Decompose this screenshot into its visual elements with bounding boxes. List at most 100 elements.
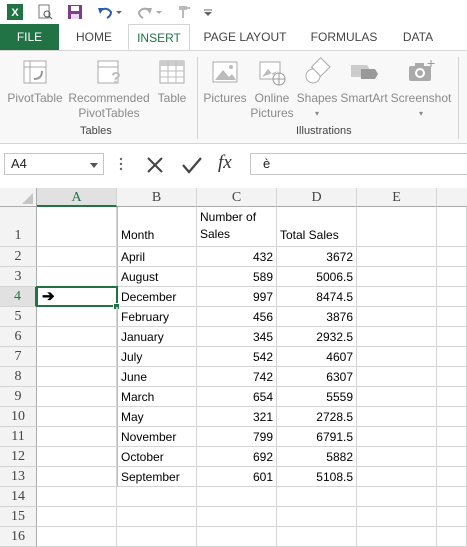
- column-header-f[interactable]: [437, 188, 467, 207]
- row-header[interactable]: 14: [0, 487, 37, 507]
- cell[interactable]: [117, 487, 197, 507]
- cell[interactable]: [437, 387, 467, 407]
- row-header[interactable]: 5: [0, 307, 37, 327]
- insert-function-button[interactable]: fx: [218, 152, 232, 174]
- total-sales-cell[interactable]: 4607: [277, 347, 357, 367]
- month-cell[interactable]: June: [117, 367, 197, 387]
- save-icon[interactable]: [66, 3, 84, 21]
- cell[interactable]: [357, 327, 437, 347]
- cell[interactable]: [37, 487, 117, 507]
- cell[interactable]: [357, 287, 437, 307]
- online-pictures-button[interactable]: Online Pictures: [250, 57, 294, 121]
- cell[interactable]: [437, 207, 467, 247]
- cell[interactable]: [437, 467, 467, 487]
- units-cell[interactable]: 654: [197, 387, 277, 407]
- units-cell[interactable]: 321: [197, 407, 277, 427]
- row-header[interactable]: 2: [0, 247, 37, 267]
- redo-icon[interactable]: [136, 3, 154, 21]
- units-cell[interactable]: 456: [197, 307, 277, 327]
- row-header[interactable]: 1: [0, 207, 37, 247]
- cell[interactable]: [437, 287, 467, 307]
- cell[interactable]: [357, 487, 437, 507]
- cancel-icon[interactable]: [145, 155, 165, 178]
- cell[interactable]: [37, 347, 117, 367]
- cell[interactable]: [117, 507, 197, 527]
- cell[interactable]: [357, 347, 437, 367]
- tab-page-layout[interactable]: PAGE LAYOUT: [194, 24, 296, 50]
- cell[interactable]: [357, 307, 437, 327]
- cell[interactable]: [357, 387, 437, 407]
- cell[interactable]: [37, 527, 117, 547]
- cell[interactable]: [357, 427, 437, 447]
- cell[interactable]: [437, 507, 467, 527]
- units-cell[interactable]: 692: [197, 447, 277, 467]
- row-header[interactable]: 10: [0, 407, 37, 427]
- cell[interactable]: [357, 267, 437, 287]
- table-button[interactable]: Table: [152, 57, 192, 106]
- month-cell[interactable]: May: [117, 407, 197, 427]
- cell[interactable]: [437, 247, 467, 267]
- name-box-dropdown-icon[interactable]: [90, 159, 99, 173]
- screenshot-button[interactable]: Screenshot ▾: [390, 57, 452, 121]
- cell[interactable]: [277, 487, 357, 507]
- total-sales-cell[interactable]: 2932.5: [277, 327, 357, 347]
- smartart-button[interactable]: SmartArt: [338, 57, 390, 106]
- select-all-corner[interactable]: [0, 188, 37, 207]
- cell[interactable]: [357, 247, 437, 267]
- units-cell[interactable]: 432: [197, 247, 277, 267]
- cell[interactable]: [437, 327, 467, 347]
- tab-home[interactable]: HOME: [63, 24, 125, 50]
- excel-logo-icon[interactable]: X: [6, 3, 24, 21]
- row-header[interactable]: 9: [0, 387, 37, 407]
- total-sales-cell[interactable]: 6307: [277, 367, 357, 387]
- month-cell[interactable]: November: [117, 427, 197, 447]
- total-sales-cell[interactable]: 5108.5: [277, 467, 357, 487]
- total-sales-cell[interactable]: 3672: [277, 247, 357, 267]
- formula-bar-options-icon[interactable]: [119, 157, 123, 174]
- row-header[interactable]: 11: [0, 427, 37, 447]
- total-sales-cell[interactable]: 5006.5: [277, 267, 357, 287]
- cell[interactable]: [117, 527, 197, 547]
- row-header[interactable]: 8: [0, 367, 37, 387]
- units-cell[interactable]: 742: [197, 367, 277, 387]
- shapes-button[interactable]: Shapes ▾: [296, 57, 338, 121]
- cell[interactable]: [357, 507, 437, 527]
- units-cell[interactable]: 345: [197, 327, 277, 347]
- customize-qat-icon[interactable]: [202, 3, 214, 21]
- cell[interactable]: [437, 427, 467, 447]
- column-header-c[interactable]: C: [197, 188, 277, 207]
- cell[interactable]: Month: [117, 207, 197, 247]
- cell[interactable]: [357, 407, 437, 427]
- format-painter-icon[interactable]: [176, 3, 194, 21]
- cell[interactable]: [357, 207, 437, 247]
- formula-input[interactable]: è: [250, 153, 467, 175]
- cell[interactable]: [357, 527, 437, 547]
- month-cell[interactable]: February: [117, 307, 197, 327]
- month-cell[interactable]: August: [117, 267, 197, 287]
- total-sales-cell[interactable]: 3876: [277, 307, 357, 327]
- cell[interactable]: [37, 387, 117, 407]
- total-sales-cell[interactable]: 5559: [277, 387, 357, 407]
- row-header[interactable]: 6: [0, 327, 37, 347]
- pictures-button[interactable]: Pictures: [202, 57, 248, 106]
- row-header[interactable]: 3: [0, 267, 37, 287]
- undo-dropdown-icon[interactable]: [115, 3, 123, 21]
- month-cell[interactable]: December: [117, 287, 197, 307]
- cell[interactable]: [357, 467, 437, 487]
- row-header[interactable]: 7: [0, 347, 37, 367]
- column-header-a[interactable]: A: [37, 188, 117, 207]
- tab-file[interactable]: FILE: [0, 24, 59, 50]
- cell[interactable]: [437, 347, 467, 367]
- cell[interactable]: [37, 267, 117, 287]
- cell[interactable]: [437, 487, 467, 507]
- cell[interactable]: [357, 367, 437, 387]
- units-cell[interactable]: 997: [197, 287, 277, 307]
- month-cell[interactable]: March: [117, 387, 197, 407]
- cell[interactable]: Total Sales: [277, 207, 357, 247]
- units-cell[interactable]: 601: [197, 467, 277, 487]
- cell[interactable]: [277, 527, 357, 547]
- name-box[interactable]: A4: [4, 153, 104, 175]
- column-header-d[interactable]: D: [277, 188, 357, 207]
- cell[interactable]: [437, 407, 467, 427]
- total-sales-cell[interactable]: 8474.5: [277, 287, 357, 307]
